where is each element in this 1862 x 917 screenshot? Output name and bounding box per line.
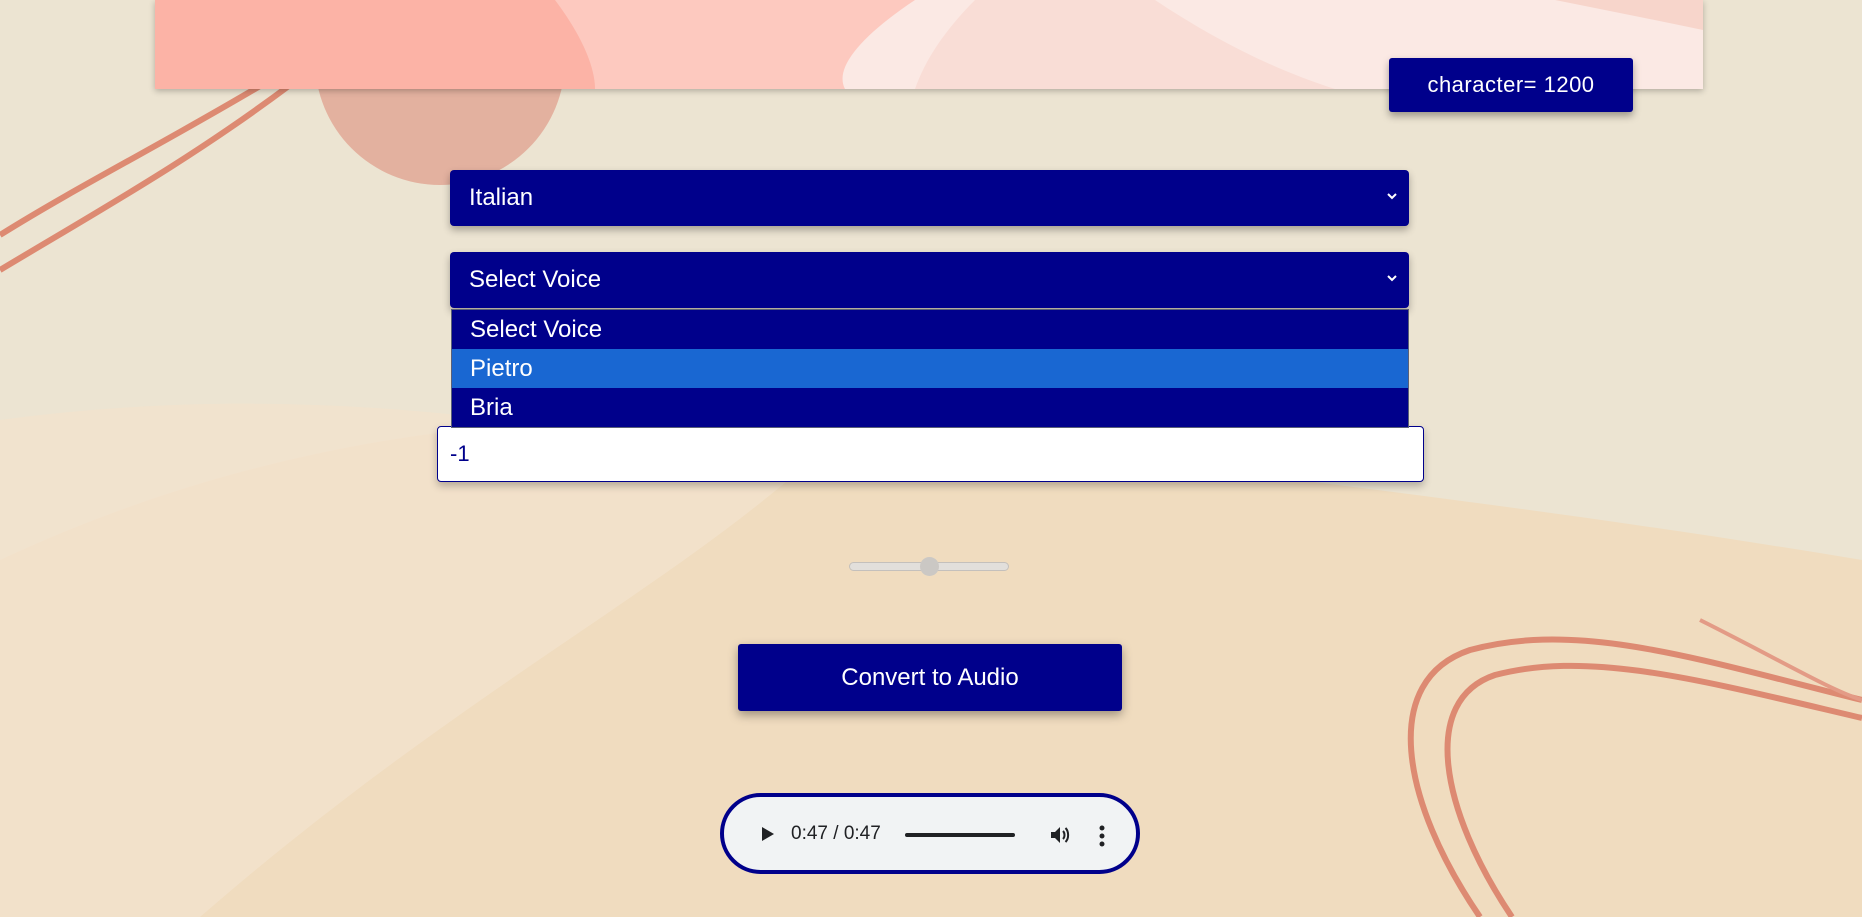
value-input-text: -1: [450, 441, 470, 466]
audio-time: 0:47 / 0:47: [791, 823, 881, 844]
language-select-value: Italian: [469, 184, 534, 211]
play-icon[interactable]: [758, 825, 776, 843]
language-select[interactable]: Italian: [450, 170, 1409, 226]
convert-to-audio-button[interactable]: Convert to Audio: [738, 644, 1122, 711]
volume-icon[interactable]: [1048, 823, 1072, 847]
chevron-down-icon: [1387, 275, 1397, 282]
value-input[interactable]: -1: [437, 426, 1424, 482]
speed-slider[interactable]: [849, 557, 1011, 577]
chevron-down-icon: [1387, 193, 1397, 200]
voice-option-bria[interactable]: Bria: [452, 388, 1408, 427]
voice-option-select-voice[interactable]: Select Voice: [452, 310, 1408, 349]
voice-option-pietro[interactable]: Pietro: [452, 349, 1408, 388]
audio-progress-bar[interactable]: [905, 833, 1015, 837]
more-vert-icon[interactable]: [1098, 824, 1106, 848]
audio-player: 0:47 / 0:47: [720, 793, 1140, 874]
character-count-badge: character= 1200: [1389, 58, 1633, 112]
voice-select-value: Select Voice: [469, 266, 602, 293]
slider-thumb[interactable]: [920, 557, 939, 576]
voice-dropdown-list: Select Voice Pietro Bria: [451, 309, 1409, 428]
voice-select[interactable]: Select Voice: [450, 252, 1409, 308]
